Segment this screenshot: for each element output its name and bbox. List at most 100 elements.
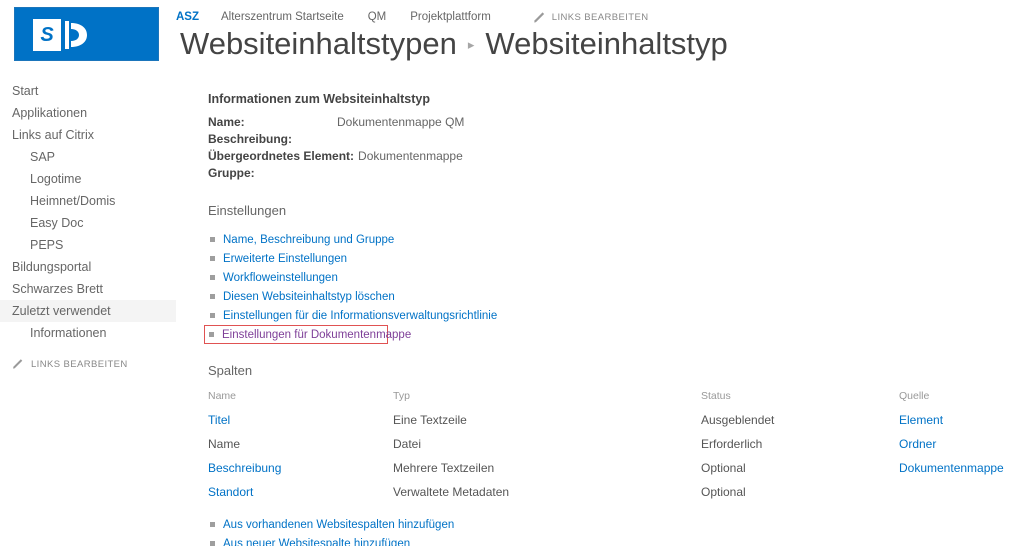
column-link-standort[interactable]: Standort bbox=[208, 485, 253, 499]
topnav-item-projektplattform[interactable]: Projektplattform bbox=[410, 11, 491, 23]
table-row: Name Datei Erforderlich Ordner bbox=[208, 434, 1024, 458]
sidebar-item-easy-doc[interactable]: Easy Doc bbox=[0, 212, 176, 234]
topnav-edit-links-label: LINKS BEARBEITEN bbox=[551, 11, 649, 23]
column-action-item[interactable]: Aus vorhandenen Websitespalten hinzufüge… bbox=[208, 515, 1024, 534]
settings-link-information-management-policy[interactable]: Einstellungen für die Informationsverwal… bbox=[223, 310, 497, 322]
bullet-square-icon bbox=[210, 256, 215, 261]
settings-section: Einstellungen Name, Beschreibung und Gru… bbox=[204, 203, 1024, 344]
cell-status: Optional bbox=[701, 461, 746, 475]
pencil-icon bbox=[13, 359, 23, 369]
settings-link-item-highlighted[interactable]: Einstellungen für Dokumentenmappe bbox=[204, 325, 411, 344]
bullet-square-icon bbox=[210, 313, 215, 318]
table-row: Standort Verwaltete Metadaten Optional bbox=[208, 482, 1024, 506]
sidebar-item-heimnet-domis[interactable]: Heimnet/Domis bbox=[0, 190, 176, 212]
sidebar-item-informationen[interactable]: Informationen bbox=[0, 322, 176, 344]
info-parent-link[interactable]: Dokumentenmappe bbox=[358, 148, 463, 165]
settings-link-erweiterte-einstellungen[interactable]: Erweiterte Einstellungen bbox=[223, 253, 347, 265]
columns-section: Spalten Name Typ Status Quelle Titel Ein… bbox=[208, 363, 1024, 546]
content-type-info-section: Informationen zum Websiteinhaltstyp Name… bbox=[208, 92, 1024, 182]
bullet-square-icon bbox=[210, 541, 215, 546]
topnav-edit-links-button[interactable]: LINKS BEARBEITEN bbox=[533, 11, 649, 24]
table-row: Beschreibung Mehrere Textzeilen Optional… bbox=[208, 458, 1024, 482]
cell-status: Ausgeblendet bbox=[701, 413, 775, 427]
cell-quelle bbox=[899, 482, 1024, 506]
column-header-typ: Typ bbox=[393, 390, 410, 402]
top-navigation: ASZ Alterszentrum Startseite QM Projektp… bbox=[176, 9, 648, 25]
cell-name: Titel bbox=[208, 410, 393, 434]
sidebar-item-links-auf-citrix[interactable]: Links auf Citrix bbox=[0, 124, 176, 146]
column-header-name: Name bbox=[208, 390, 237, 402]
settings-link-name-description-group[interactable]: Name, Beschreibung und Gruppe bbox=[223, 234, 394, 246]
pencil-icon bbox=[534, 11, 544, 23]
info-section-heading: Informationen zum Websiteinhaltstyp bbox=[208, 92, 431, 106]
table-header-row: Name Typ Status Quelle bbox=[208, 390, 1024, 410]
bullet-square-icon bbox=[210, 237, 215, 242]
column-actions-link-list: Aus vorhandenen Websitespalten hinzufüge… bbox=[208, 515, 1024, 546]
topnav-item-qm[interactable]: QM bbox=[368, 11, 387, 23]
cell-status: Erforderlich bbox=[701, 437, 763, 451]
sidebar-item-schwarzes-brett[interactable]: Schwarzes Brett bbox=[0, 278, 176, 300]
left-sidebar-navigation: Start Applikationen Links auf Citrix SAP… bbox=[0, 80, 176, 374]
info-description-label: Beschreibung: bbox=[208, 132, 293, 146]
settings-link-workfloweinstellungen[interactable]: Workfloweinstellungen bbox=[223, 272, 338, 284]
cell-status: Optional bbox=[701, 485, 746, 499]
settings-link-item[interactable]: Workfloweinstellungen bbox=[208, 268, 1024, 287]
cell-name: Beschreibung bbox=[208, 458, 393, 482]
sharepoint-page: S ASZ Alterszentrum Startseite QM Projek… bbox=[0, 0, 1024, 546]
column-header-quelle: Quelle bbox=[899, 390, 930, 402]
settings-heading: Einstellungen bbox=[208, 203, 287, 218]
source-link-dokumentenmappe[interactable]: Dokumentenmappe bbox=[899, 461, 1004, 475]
column-action-item[interactable]: Aus neuer Websitespalte hinzufügen bbox=[208, 534, 1024, 546]
page-title-breadcrumb: Websiteinhaltstypen ▸ Websiteinhaltstyp bbox=[180, 26, 728, 62]
bullet-square-icon bbox=[210, 275, 215, 280]
sidebar-item-logotime[interactable]: Logotime bbox=[0, 168, 176, 190]
topnav-item-asz[interactable]: ASZ bbox=[176, 11, 199, 23]
breadcrumb-separator-icon: ▸ bbox=[467, 37, 475, 52]
sharepoint-logo[interactable]: S bbox=[14, 7, 159, 61]
info-row-group: Gruppe: bbox=[208, 165, 1024, 182]
sidebar-item-zuletzt-verwendet[interactable]: Zuletzt verwendet bbox=[0, 300, 176, 322]
page-title: Websiteinhaltstyp bbox=[485, 26, 728, 61]
column-link-titel[interactable]: Titel bbox=[208, 413, 230, 427]
cell-name: Name bbox=[208, 437, 241, 451]
settings-link-item[interactable]: Erweiterte Einstellungen bbox=[208, 249, 1024, 268]
sidebar-item-start[interactable]: Start bbox=[0, 80, 176, 102]
settings-link-item[interactable]: Einstellungen für die Informationsverwal… bbox=[208, 306, 1024, 325]
columns-table: Name Typ Status Quelle Titel Eine Textze… bbox=[208, 390, 1024, 506]
cell-quelle: Element bbox=[899, 410, 1024, 434]
sidebar-item-peps[interactable]: PEPS bbox=[0, 234, 176, 256]
cell-typ: Datei bbox=[393, 437, 422, 451]
cell-typ: Eine Textzeile bbox=[393, 413, 467, 427]
bullet-square-icon bbox=[210, 294, 215, 299]
info-group-label: Gruppe: bbox=[208, 166, 255, 180]
settings-link-document-set-settings[interactable]: Einstellungen für Dokumentenmappe bbox=[222, 329, 411, 341]
cell-quelle: Dokumentenmappe bbox=[899, 458, 1024, 482]
source-link-ordner[interactable]: Ordner bbox=[899, 437, 936, 451]
columns-heading: Spalten bbox=[208, 363, 253, 378]
sharepoint-logo-letter: S bbox=[33, 19, 61, 51]
breadcrumb-parent[interactable]: Websiteinhaltstypen bbox=[180, 26, 457, 62]
topnav-item-alterszentrum-startseite[interactable]: Alterszentrum Startseite bbox=[221, 11, 344, 23]
column-header-status: Status bbox=[701, 390, 731, 402]
source-link-element[interactable]: Element bbox=[899, 413, 943, 427]
bullet-square-icon bbox=[209, 332, 214, 337]
settings-link-item[interactable]: Name, Beschreibung und Gruppe bbox=[208, 230, 1024, 249]
action-link-add-from-existing-site-columns[interactable]: Aus vorhandenen Websitespalten hinzufüge… bbox=[223, 519, 454, 531]
sharepoint-logo-arrow-icon bbox=[65, 21, 87, 49]
main-content: Informationen zum Websiteinhaltstyp Name… bbox=[204, 92, 1024, 546]
info-name-value: Dokumentenmappe QM bbox=[337, 115, 465, 129]
sidebar-item-bildungsportal[interactable]: Bildungsportal bbox=[0, 256, 176, 278]
bullet-square-icon bbox=[210, 522, 215, 527]
info-parent-label: Übergeordnetes Element: bbox=[208, 149, 355, 163]
sidebar-edit-links-button[interactable]: LINKS BEARBEITEN bbox=[0, 354, 176, 374]
sidebar-edit-links-label: LINKS BEARBEITEN bbox=[31, 358, 128, 370]
sidebar-item-sap[interactable]: SAP bbox=[0, 146, 176, 168]
info-row-parent: Übergeordnetes Element: Dokumentenmappe bbox=[208, 148, 1024, 165]
cell-typ: Mehrere Textzeilen bbox=[393, 461, 495, 475]
cell-name: Standort bbox=[208, 482, 393, 506]
settings-link-item[interactable]: Diesen Websiteinhaltstyp löschen bbox=[208, 287, 1024, 306]
settings-link-delete-content-type[interactable]: Diesen Websiteinhaltstyp löschen bbox=[223, 291, 395, 303]
action-link-add-from-new-site-column[interactable]: Aus neuer Websitespalte hinzufügen bbox=[223, 538, 410, 546]
sidebar-item-applikationen[interactable]: Applikationen bbox=[0, 102, 176, 124]
column-link-beschreibung[interactable]: Beschreibung bbox=[208, 461, 281, 475]
